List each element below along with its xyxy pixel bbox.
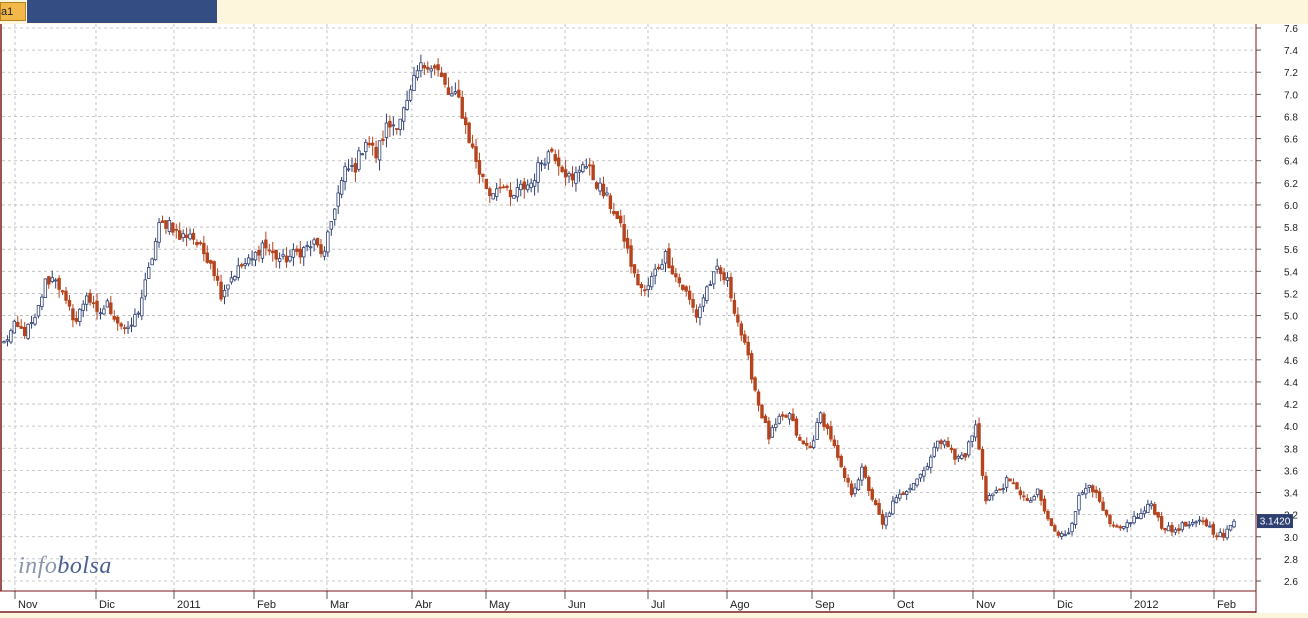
x-tick-label: Oct <box>897 599 914 611</box>
y-tick-label: 3.6 <box>1284 466 1298 477</box>
y-tick-label: 5.2 <box>1284 289 1298 300</box>
candle <box>1008 478 1012 482</box>
candle <box>753 375 757 393</box>
y-tick-label: 6.6 <box>1284 135 1298 146</box>
candle <box>150 257 154 266</box>
top-strip: a1 <box>0 0 1308 24</box>
candle <box>911 483 916 491</box>
candle <box>1153 501 1157 516</box>
candle <box>467 121 471 144</box>
candle <box>967 440 971 458</box>
y-tick-label: 4.4 <box>1284 378 1298 389</box>
x-tick-label: Feb <box>257 599 276 611</box>
chart-frame: 2.62.83.03.23.43.63.84.04.24.44.64.85.05… <box>0 24 1308 613</box>
logo-part-info: info <box>18 553 58 579</box>
candle <box>512 194 516 199</box>
y-tick-label: 7.4 <box>1284 46 1298 57</box>
infobolsa-logo: infobolsa <box>18 553 112 580</box>
y-tick-label: 6.2 <box>1284 179 1298 190</box>
candle <box>594 180 599 191</box>
candle <box>1015 481 1019 490</box>
x-tick-label: Dic <box>1057 599 1073 611</box>
y-tick-label: 5.4 <box>1284 267 1298 278</box>
x-tick-label: Ago <box>730 599 750 611</box>
y-tick-label: 2.6 <box>1284 577 1298 588</box>
x-tick-label: Nov <box>18 599 38 611</box>
candle <box>794 416 799 438</box>
logo-part-bolsa: bolsa <box>57 553 112 579</box>
candle <box>153 237 158 261</box>
x-tick-label: Abr <box>415 599 432 611</box>
candle <box>1184 521 1188 527</box>
y-tick-label: 6.4 <box>1284 157 1298 168</box>
y-tick-label: 7.0 <box>1284 90 1298 101</box>
chart-tab[interactable]: a1 <box>0 2 26 21</box>
candle <box>484 178 489 190</box>
candle <box>980 446 985 480</box>
y-tick-label: 3.8 <box>1284 444 1298 455</box>
y-tick-label: 3.0 <box>1284 533 1298 544</box>
candle <box>357 146 361 172</box>
candle <box>491 193 495 200</box>
candle <box>26 323 30 340</box>
x-tick-label: 2011 <box>177 599 201 611</box>
candle <box>12 319 17 334</box>
y-tick-label: 5.8 <box>1284 223 1298 234</box>
candle <box>760 403 764 419</box>
candle <box>1049 518 1054 527</box>
plot-area <box>0 24 1256 591</box>
y-tick-label: 2.8 <box>1284 555 1298 566</box>
candle <box>9 328 13 345</box>
candle <box>863 464 868 480</box>
x-tick-label: Sep <box>815 599 835 611</box>
y-tick-label: 4.8 <box>1284 334 1298 345</box>
y-tick-label: 4.2 <box>1284 400 1298 411</box>
x-tick-label: Nov <box>976 599 996 611</box>
candle <box>749 350 754 384</box>
x-tick-label: Feb <box>1217 599 1236 611</box>
x-tick-label: 2012 <box>1134 599 1158 611</box>
x-tick-label: Dic <box>99 599 115 611</box>
y-tick-label: 6.0 <box>1284 201 1298 212</box>
y-tick-label: 5.6 <box>1284 245 1298 256</box>
y-tick-label: 4.6 <box>1284 356 1298 367</box>
y-tick-label: 5.0 <box>1284 312 1298 323</box>
x-tick-label: Jul <box>651 599 665 611</box>
y-tick-label: 3.4 <box>1284 489 1298 500</box>
candle <box>36 305 41 319</box>
y-tick-label: 7.2 <box>1284 68 1298 79</box>
candle <box>984 471 988 505</box>
candle <box>839 454 843 468</box>
x-tick-label: Jun <box>568 599 586 611</box>
x-tick-label: May <box>489 599 510 611</box>
y-tick-label: 4.0 <box>1284 422 1298 433</box>
tab-bar <box>27 0 217 23</box>
candle <box>615 211 619 220</box>
last-price-label: 3.1420 <box>1257 514 1293 529</box>
candle <box>870 487 874 502</box>
candle <box>818 411 823 425</box>
x-tick-label: Mar <box>330 599 349 611</box>
y-tick-label: 7.6 <box>1284 24 1298 35</box>
candle <box>801 440 806 445</box>
candle <box>729 272 733 302</box>
y-tick-label: 6.8 <box>1284 112 1298 123</box>
last-price-value: 3.1420 <box>1260 517 1291 528</box>
candle <box>856 477 861 491</box>
price-chart: 2.62.83.03.23.43.63.84.04.24.44.64.85.05… <box>0 24 1308 613</box>
candle <box>43 278 48 298</box>
